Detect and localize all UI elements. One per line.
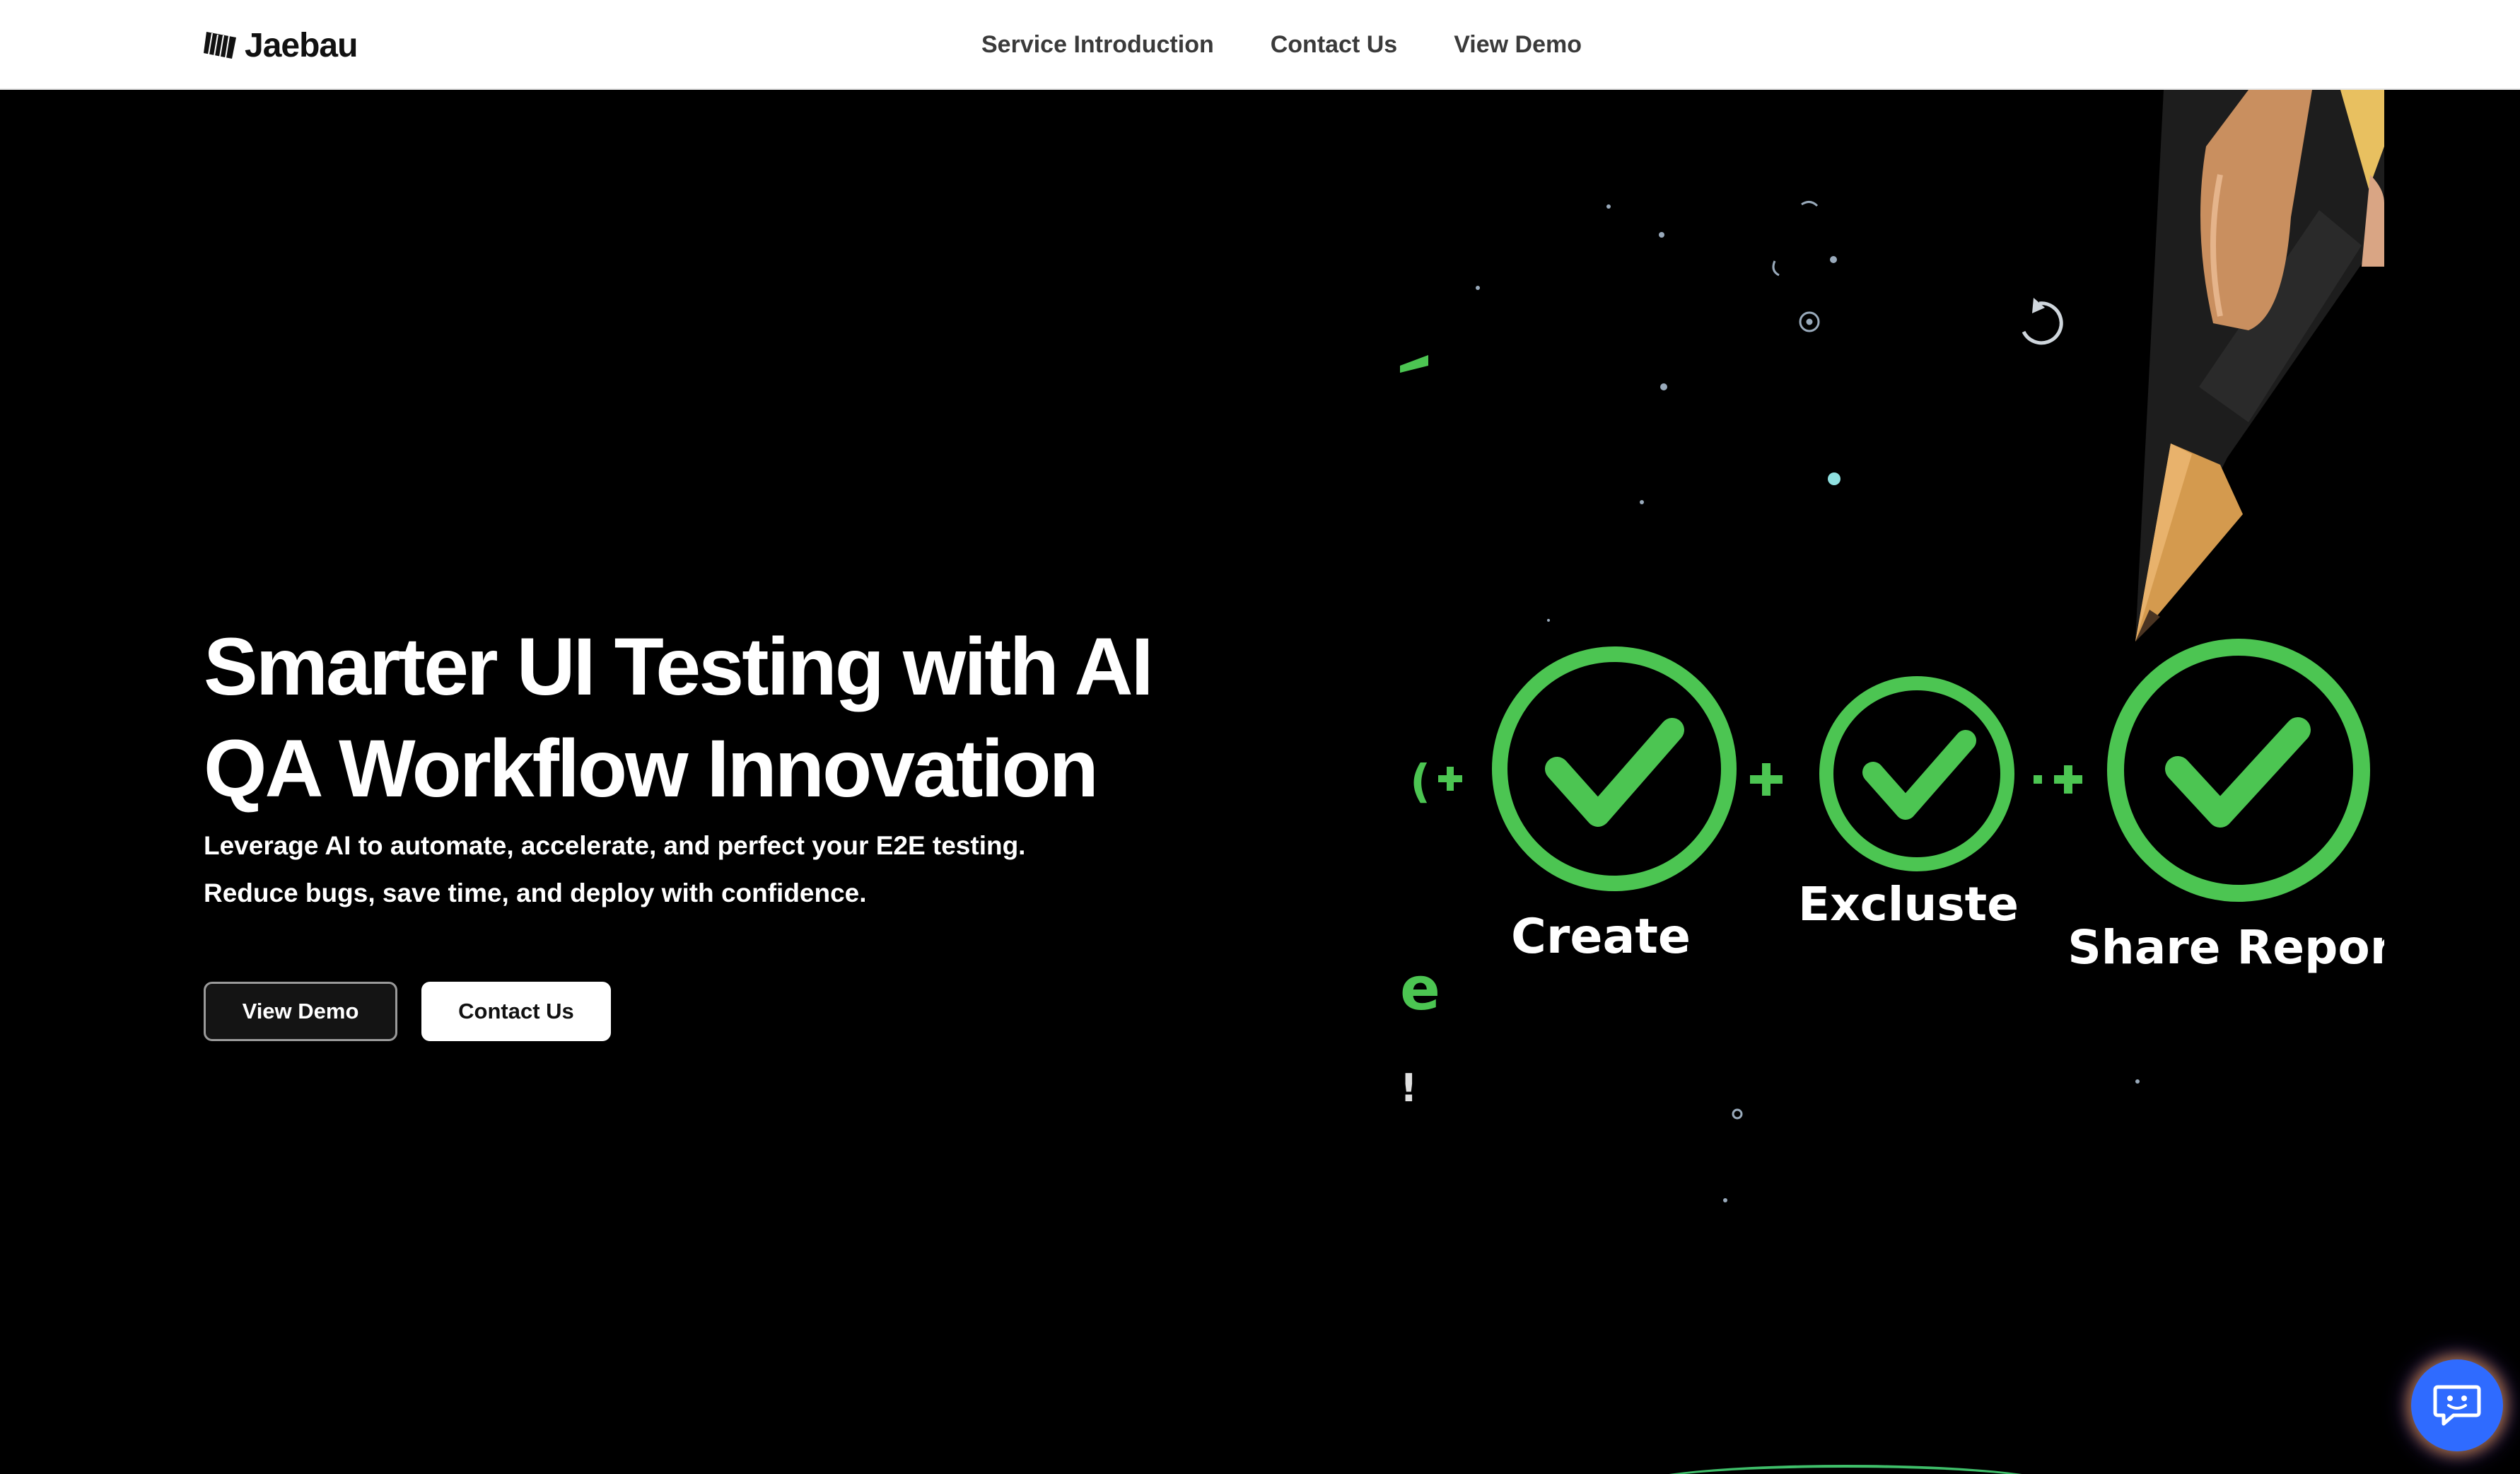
workflow-connectors (1438, 763, 2082, 796)
site-header: Jaebau Service Introduction Contact Us V… (0, 0, 2520, 90)
logo-text: Jaebau (245, 26, 358, 64)
check-icon (1862, 730, 1976, 820)
main-nav: Service Introduction Contact Us View Dem… (981, 28, 1638, 61)
contact-us-button[interactable]: Contact Us (421, 982, 611, 1041)
chat-bot-icon (2433, 1385, 2481, 1426)
glow-dot (1828, 472, 1841, 485)
step-label-create: Create (1511, 909, 1691, 965)
step-label-share-report: Share Report (2067, 920, 2384, 975)
hero-section: Smarter UI Testing with AI QA Workflow I… (0, 90, 2520, 1474)
step-label-execute: Excluste (1798, 877, 2019, 932)
hero-title: Smarter UI Testing with AI QA Workflow I… (204, 616, 1154, 820)
hero-subtitle-line-1: Leverage AI to automate, accelerate, and… (204, 831, 1026, 860)
workflow-illustration: ( Create Excluste Share Report e ! (1400, 90, 2384, 1202)
chat-support-button[interactable] (2411, 1359, 2503, 1451)
hero-subtitle-line-2: Reduce bugs, save time, and deploy with … (204, 878, 867, 907)
svg-text:(: ( (1410, 756, 1430, 808)
bottom-glow-arc (1626, 1465, 2065, 1474)
refresh-icon (2022, 301, 2063, 345)
workflow-step-create: Create (1492, 646, 1737, 965)
logo-icon (204, 32, 236, 59)
hero-subtitle: Leverage AI to automate, accelerate, and… (204, 822, 1025, 917)
text-fragment-e: e (1400, 954, 1440, 1023)
pencil-illustration (2135, 90, 2384, 642)
workflow-step-execute: Excluste (1798, 676, 2019, 932)
view-demo-button[interactable]: View Demo (204, 982, 397, 1041)
workflow-step-share-report: Share Report (2067, 639, 2384, 975)
check-icon (1545, 718, 1684, 827)
text-fragment-exclamation: ! (1400, 1066, 1418, 1110)
check-icon (2165, 717, 2311, 828)
nav-contact-us[interactable]: Contact Us (1271, 28, 1397, 61)
hero-title-line-1: Smarter UI Testing with AI (204, 622, 1154, 712)
hero-title-line-2: QA Workflow Innovation (204, 724, 1099, 814)
nav-view-demo[interactable]: View Demo (1454, 28, 1582, 61)
logo[interactable]: Jaebau (204, 24, 358, 66)
nav-service-introduction[interactable]: Service Introduction (981, 28, 1214, 61)
